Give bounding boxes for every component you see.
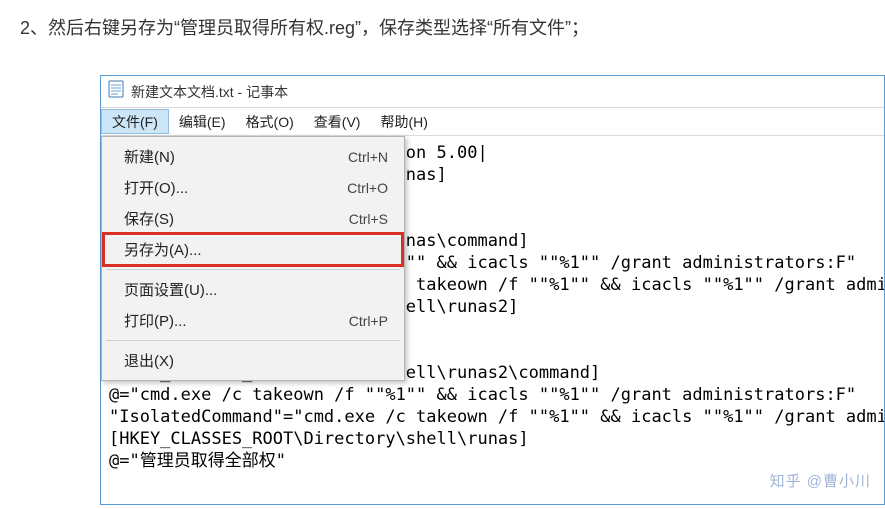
menu-item-pagesetup[interactable]: 页面设置(U)... <box>104 274 402 305</box>
window-title: 新建文本文档.txt - 记事本 <box>131 82 288 102</box>
menu-item-new[interactable]: 新建(N) Ctrl+N <box>104 141 402 172</box>
menu-item-open[interactable]: 打开(O)... Ctrl+O <box>104 172 402 203</box>
notepad-icon <box>107 83 125 101</box>
menu-item-label: 另存为(A)... <box>124 239 202 260</box>
menu-file[interactable]: 文件(F) <box>101 109 169 134</box>
menu-item-shortcut: Ctrl+N <box>348 149 388 165</box>
notepad-window: 新建文本文档.txt - 记事本 文件(F) 编辑(E) 格式(O) 查看(V)… <box>100 75 885 505</box>
watermark: 知乎 @曹小川 <box>770 470 871 491</box>
menu-item-shortcut: Ctrl+S <box>349 211 388 227</box>
client-area: Windows Registry Editor Version 5.00| [H… <box>101 136 884 504</box>
menu-edit[interactable]: 编辑(E) <box>169 108 236 135</box>
menu-item-save[interactable]: 保存(S) Ctrl+S <box>104 203 402 234</box>
instruction-text: 2、然后右键另存为“管理员取得所有权.reg”，保存类型选择“所有文件”； <box>0 0 885 50</box>
menu-item-exit[interactable]: 退出(X) <box>104 345 402 376</box>
menu-item-label: 退出(X) <box>124 350 174 371</box>
menu-separator <box>106 340 400 341</box>
menu-help[interactable]: 帮助(H) <box>370 108 437 135</box>
menu-item-saveas[interactable]: 另存为(A)... <box>104 234 402 265</box>
menu-item-label: 打印(P)... <box>124 310 187 331</box>
menu-item-print[interactable]: 打印(P)... Ctrl+P <box>104 305 402 336</box>
menu-item-label: 新建(N) <box>124 146 175 167</box>
menu-item-label: 页面设置(U)... <box>124 279 217 300</box>
menu-format[interactable]: 格式(O) <box>236 108 304 135</box>
menu-separator <box>106 269 400 270</box>
menu-item-shortcut: Ctrl+P <box>349 313 388 329</box>
titlebar: 新建文本文档.txt - 记事本 <box>101 76 884 108</box>
menu-item-label: 保存(S) <box>124 208 174 229</box>
menu-item-shortcut: Ctrl+O <box>347 180 388 196</box>
menubar: 文件(F) 编辑(E) 格式(O) 查看(V) 帮助(H) <box>101 108 884 136</box>
menu-view[interactable]: 查看(V) <box>304 108 371 135</box>
file-menu-dropdown: 新建(N) Ctrl+N 打开(O)... Ctrl+O 保存(S) Ctrl+… <box>101 136 405 381</box>
menu-item-label: 打开(O)... <box>124 177 188 198</box>
